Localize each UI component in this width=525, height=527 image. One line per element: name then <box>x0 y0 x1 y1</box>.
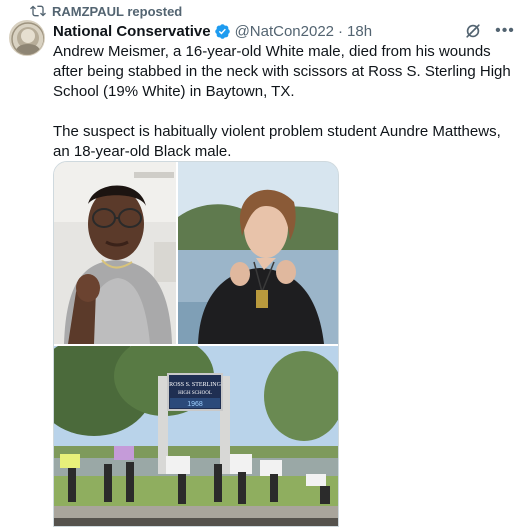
more-options-icon[interactable]: ••• <box>495 21 515 41</box>
sign-year: 1968 <box>187 401 203 408</box>
avatar[interactable] <box>9 20 45 56</box>
repost-icon <box>30 5 46 17</box>
photo-victim[interactable] <box>178 162 338 344</box>
post-time[interactable]: 18h <box>347 23 372 40</box>
media-grid: ROSS S. STERLING HIGH SCHOOL 1968 <box>53 161 339 527</box>
sign-line2: HIGH SCHOOL <box>178 391 212 396</box>
author-name[interactable]: National Conservative <box>53 23 211 40</box>
repost-label: RAMZPAUL reposted <box>52 3 183 19</box>
verified-badge-icon <box>214 23 230 39</box>
post-header: National Conservative @NatCon2022 · 18h … <box>53 20 515 42</box>
photo-school-protest[interactable]: ROSS S. STERLING HIGH SCHOOL 1968 <box>54 346 338 526</box>
author-handle[interactable]: @NatCon2022 <box>235 23 334 40</box>
sign-line1: ROSS S. STERLING <box>169 382 222 388</box>
repost-indicator[interactable]: RAMZPAUL reposted <box>30 2 182 20</box>
separator-dot: · <box>338 22 344 40</box>
grok-icon[interactable] <box>463 21 483 41</box>
photo-suspect[interactable] <box>54 162 176 344</box>
post-text: Andrew Meismer, a 16-year-old White male… <box>53 43 511 160</box>
